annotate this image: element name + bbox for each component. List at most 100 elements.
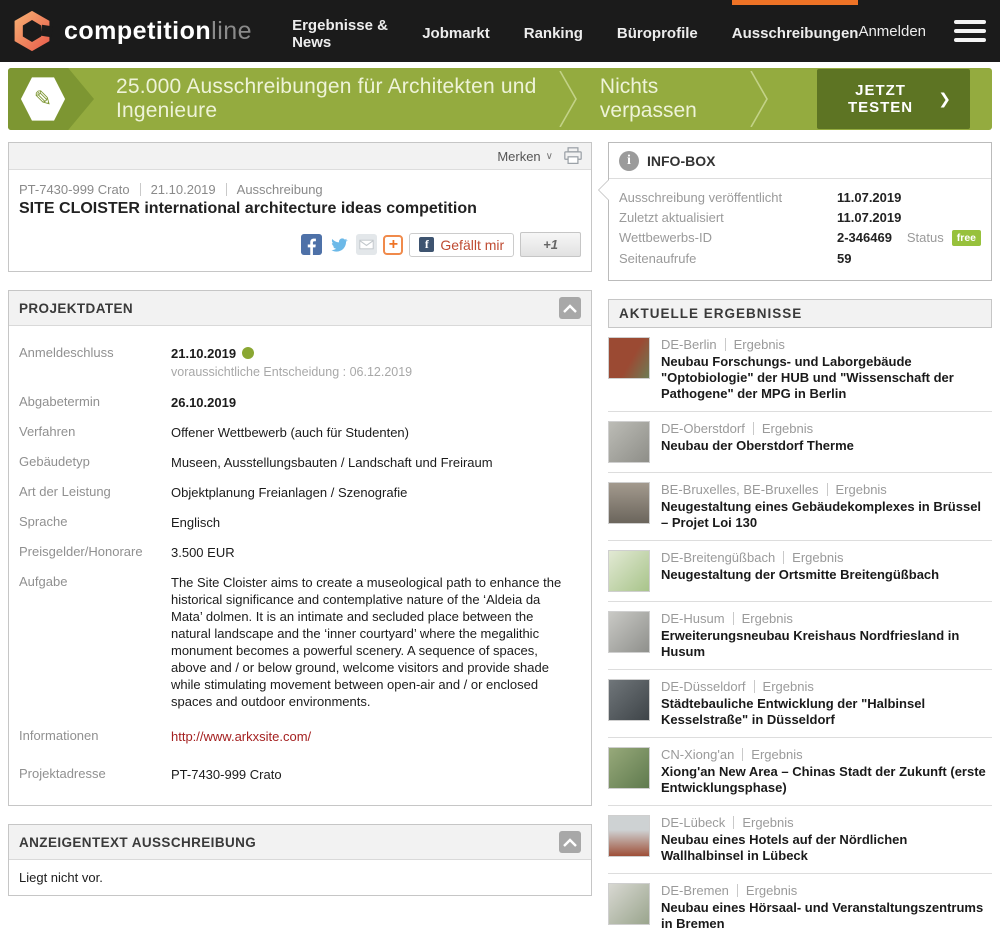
chevron-separator-icon (749, 71, 771, 127)
login-link[interactable]: Anmelden (858, 0, 926, 62)
nav-jobmarkt[interactable]: Jobmarkt (422, 0, 490, 62)
updated-value: 11.07.2019 (837, 210, 925, 225)
nav-bueroprofile[interactable]: Büroprofile (617, 0, 698, 62)
result-location: DE-Husum (661, 611, 725, 626)
result-thumbnail (608, 679, 650, 721)
result-title: Neugestaltung der Ortsmitte Breitengüßba… (661, 567, 939, 583)
result-text: DE-Breitengüßbach Ergebnis Neugestaltung… (661, 550, 939, 592)
anzeigentext-card: ANZEIGENTEXT AUSSCHREIBUNG Liegt nicht v… (8, 824, 592, 896)
result-thumbnail (608, 482, 650, 524)
nav-ergebnisse-news[interactable]: Ergebnisse & News (292, 0, 388, 62)
result-meta: DE-Lübeck Ergebnis (661, 815, 990, 830)
result-tag: Ergebnis (792, 550, 843, 565)
result-title: Neubau eines Hotels auf der Nördlichen W… (661, 832, 990, 864)
result-tag: Ergebnis (734, 337, 785, 352)
result-item[interactable]: DE-Berlin Ergebnis Neubau Forschungs- un… (608, 328, 992, 412)
result-text: CN-Xiong'an Ergebnis Xiong'an New Area –… (661, 747, 990, 796)
projektdaten-header: PROJEKTDATEN (9, 291, 591, 326)
merken-label: Merken (497, 149, 540, 164)
result-location: DE-Lübeck (661, 815, 725, 830)
result-meta: DE-Bremen Ergebnis (661, 883, 990, 898)
info-row: Ausschreibung veröffentlicht 11.07.2019 (619, 187, 981, 207)
article-toolbar: Merken ∨ (9, 143, 591, 170)
field-label-aufgabe: Aufgabe (19, 574, 171, 710)
chevron-up-icon (563, 838, 577, 847)
result-tag: Ergebnis (742, 611, 793, 626)
banner-headline: 25.000 Ausschreibungen für Architekten u… (116, 75, 538, 123)
result-item[interactable]: DE-Oberstdorf Ergebnis Neubau der Oberst… (608, 412, 992, 473)
logo-icon (10, 9, 54, 53)
result-item[interactable]: DE-Lübeck Ergebnis Neubau eines Hotels a… (608, 806, 992, 874)
result-text: DE-Bremen Ergebnis Neubau eines Hörsaal-… (661, 883, 990, 932)
projektdaten-card: PROJEKTDATEN Anmeldeschluss 21.10.2019 v… (8, 290, 592, 806)
views-label: Seitenaufrufe (619, 251, 837, 266)
twitter-icon (328, 235, 350, 255)
field-value-projektadresse: PT-7430-999 Crato (171, 766, 579, 783)
results-title: AKTUELLE ERGEBNISSE (619, 306, 981, 321)
main-content: Merken ∨ PT-7430-999 Crato 21.10.2019 (0, 142, 1000, 941)
result-location: BE-Bruxelles, BE-Bruxelles (661, 482, 819, 497)
result-location: CN-Xiong'an (661, 747, 734, 762)
left-column: Merken ∨ PT-7430-999 Crato 21.10.2019 (8, 142, 592, 896)
result-meta: CN-Xiong'an Ergebnis (661, 747, 990, 762)
field-note-entscheidung: voraussichtliche Entscheidung : 06.12.20… (171, 364, 579, 381)
section-title: ANZEIGENTEXT AUSSCHREIBUNG (19, 835, 256, 850)
separator (783, 551, 784, 564)
info-box-header: i INFO-BOX (609, 143, 991, 179)
result-location: DE-Breitengüßbach (661, 550, 775, 565)
nav-ausschreibungen[interactable]: Ausschreibungen (732, 0, 859, 62)
article-date: 21.10.2019 (151, 182, 216, 197)
plusone-button[interactable]: +1 (520, 232, 581, 257)
updated-label: Zuletzt aktualisiert (619, 210, 837, 225)
hamburger-menu-icon[interactable] (954, 0, 986, 62)
result-location: DE-Oberstdorf (661, 421, 745, 436)
email-share-button[interactable] (356, 234, 377, 255)
result-tag: Ergebnis (746, 883, 797, 898)
wettbewerbs-id-value: 2-346469 (837, 230, 907, 245)
result-meta: DE-Düsseldorf Ergebnis (661, 679, 990, 694)
right-sidebar: i INFO-BOX Ausschreibung veröffentlicht … (608, 142, 992, 941)
published-value: 11.07.2019 (837, 190, 925, 205)
collapse-button[interactable] (559, 831, 581, 853)
facebook-share-button[interactable] (301, 234, 322, 255)
info-box-title: INFO-BOX (647, 153, 715, 169)
banner-badge: ✎ (8, 68, 94, 130)
arrow-right-icon: ❯ (938, 90, 952, 108)
separator (754, 680, 755, 693)
merken-button[interactable]: Merken ∨ (497, 149, 553, 164)
result-item[interactable]: BE-Bruxelles, BE-Bruxelles Ergebnis Neug… (608, 473, 992, 541)
info-icon: i (619, 151, 639, 171)
results-header: AKTUELLE ERGEBNISSE (608, 299, 992, 328)
field-row: Abgabetermin 26.10.2019 (19, 387, 579, 417)
collapse-button[interactable] (559, 297, 581, 319)
result-item[interactable]: DE-Breitengüßbach Ergebnis Neugestaltung… (608, 541, 992, 602)
more-share-button[interactable]: + (383, 235, 403, 255)
twitter-share-button[interactable] (328, 235, 350, 255)
informationen-link[interactable]: http://www.arkxsite.com/ (171, 729, 311, 744)
nav-ranking[interactable]: Ranking (524, 0, 583, 62)
like-button[interactable]: f Gefällt mir (409, 233, 514, 257)
facebook-icon (301, 234, 322, 255)
field-row: Anmeldeschluss 21.10.2019 voraussichtlic… (19, 338, 579, 387)
result-item[interactable]: DE-Husum Ergebnis Erweiterungsneubau Kre… (608, 602, 992, 670)
result-text: DE-Oberstdorf Ergebnis Neubau der Oberst… (661, 421, 854, 463)
result-location: DE-Düsseldorf (661, 679, 746, 694)
result-item[interactable]: DE-Bremen Ergebnis Neubau eines Hörsaal-… (608, 874, 992, 941)
facebook-flag-icon: f (419, 237, 434, 252)
field-value-aufgabe: The Site Cloister aims to create a museo… (171, 574, 566, 710)
result-thumbnail (608, 815, 650, 857)
result-title: Xiong'an New Area – Chinas Stadt der Zuk… (661, 764, 990, 796)
field-label-preisgelder: Preisgelder/Honorare (19, 544, 171, 561)
field-label-gebaeudetyp: Gebäudetyp (19, 454, 171, 471)
result-location: DE-Bremen (661, 883, 729, 898)
result-title: Städtebauliche Entwicklung der "Halbinse… (661, 696, 990, 728)
main-nav: Ergebnisse & News Jobmarkt Ranking Bürop… (292, 0, 858, 62)
result-thumbnail (608, 421, 650, 463)
result-item[interactable]: DE-Düsseldorf Ergebnis Städtebauliche En… (608, 670, 992, 738)
field-value-preisgelder: 3.500 EUR (171, 544, 579, 561)
logo[interactable]: competitionline (10, 0, 252, 62)
print-button[interactable] (563, 147, 583, 165)
jetzt-testen-button[interactable]: JETZT TESTEN ❯ (817, 69, 970, 129)
result-item[interactable]: CN-Xiong'an Ergebnis Xiong'an New Area –… (608, 738, 992, 806)
result-thumbnail (608, 337, 650, 379)
